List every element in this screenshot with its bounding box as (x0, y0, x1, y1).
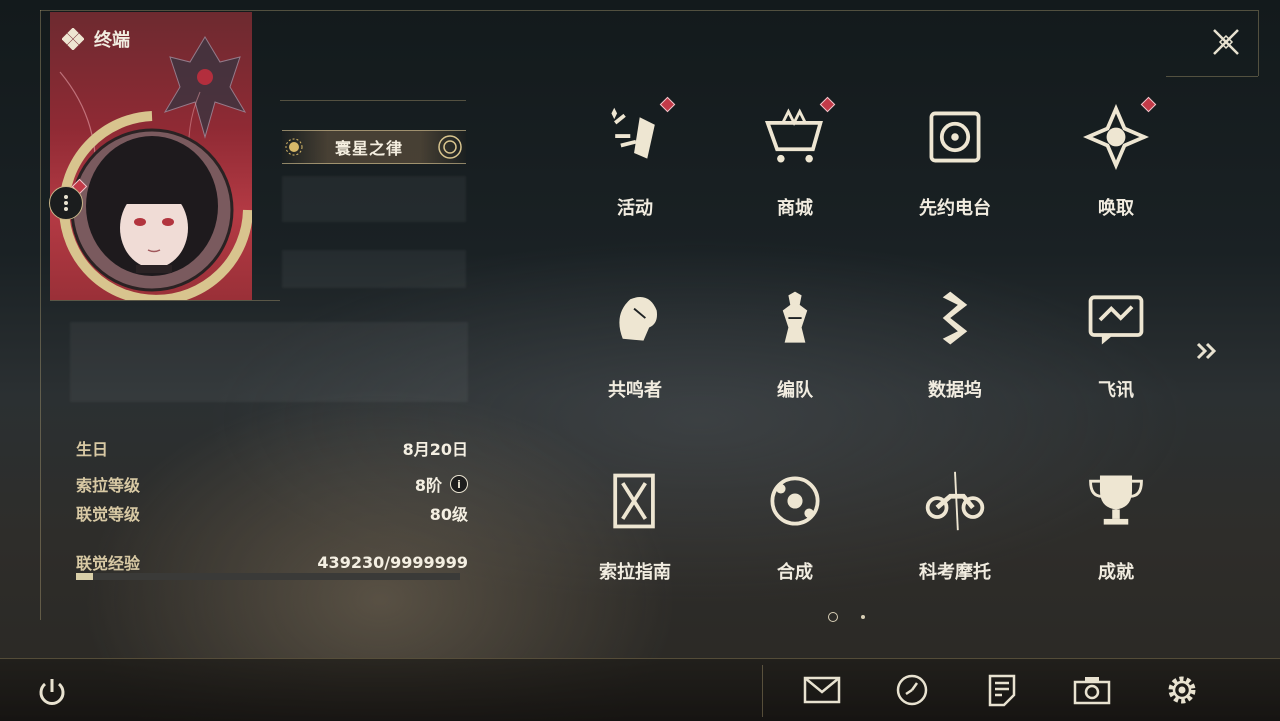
sola-level-row: 索拉等级 8阶 i (76, 472, 468, 496)
menu-item-shop-cart[interactable]: 商城 (735, 96, 855, 246)
events-icon (600, 102, 670, 172)
blurred-uid-area (282, 176, 466, 222)
settings-gear-icon (1168, 676, 1196, 704)
birthday-value: 8月20日 (402, 440, 468, 459)
menu-item-trophy[interactable]: 成就 (1056, 460, 1176, 610)
convene-icon (1081, 102, 1151, 172)
corner-line (1166, 76, 1258, 77)
data-bank-icon (920, 284, 990, 354)
menu-item-radio[interactable]: 先约电台 (895, 96, 1015, 246)
bottom-bar-divider (762, 665, 763, 717)
radio-icon (920, 102, 990, 172)
union-level-row: 联觉等级 80级 (76, 501, 468, 525)
sola-level-value: 8阶 (414, 476, 442, 495)
notes-button[interactable] (980, 668, 1024, 712)
mail-button[interactable] (800, 668, 844, 712)
portrait-underline (50, 300, 280, 301)
chat-message-icon (1081, 284, 1151, 354)
birthday-label: 生日 (76, 440, 109, 459)
menu-item-label: 先约电台 (919, 198, 991, 219)
exp-progress-bar (76, 573, 460, 580)
settings-button[interactable] (1160, 668, 1204, 712)
menu-item-label: 数据坞 (928, 380, 982, 401)
page-dot-active[interactable] (828, 612, 838, 622)
next-page-button[interactable] (1192, 336, 1222, 366)
team-chess-icon (760, 284, 830, 354)
page-title: 终端 (94, 30, 130, 51)
menu-item-label: 活动 (617, 198, 653, 219)
menu-item-team-chess[interactable]: 编队 (735, 278, 855, 428)
clock-button[interactable] (890, 668, 934, 712)
menu-item-events[interactable]: 活动 (575, 96, 695, 246)
profile-more-button[interactable] (49, 186, 83, 220)
menu-item-guide-book[interactable]: 索拉指南 (575, 460, 695, 610)
menu-item-label: 成就 (1098, 562, 1134, 583)
blurred-signature-area (70, 322, 468, 402)
menu-item-label: 索拉指南 (599, 562, 671, 583)
power-button[interactable] (30, 670, 74, 714)
guide-book-icon (600, 466, 670, 536)
menu-item-convene[interactable]: 唤取 (1056, 96, 1176, 246)
left-frame-line (40, 10, 41, 620)
terminal-diamond-icon (62, 28, 84, 50)
mail-icon (803, 676, 841, 704)
menu-item-chat-message[interactable]: 飞讯 (1056, 278, 1176, 428)
nameplate: 寰星之律 (282, 130, 466, 164)
resonator-icon (600, 284, 670, 354)
close-button[interactable] (1206, 22, 1246, 62)
shop-cart-icon (760, 102, 830, 172)
double-chevron-right-icon (1196, 342, 1217, 360)
menu-item-label: 商城 (777, 198, 813, 219)
clock-icon (896, 674, 928, 706)
menu-item-motorcycle[interactable]: 科考摩托 (895, 460, 1015, 610)
menu-item-label: 共鸣者 (608, 380, 662, 401)
birthday-row: 生日 8月20日 (76, 436, 468, 460)
camera-icon (1073, 677, 1111, 705)
nameplate-text: 寰星之律 (334, 139, 403, 158)
union-level-label: 联觉等级 (76, 505, 141, 524)
header: 终端 (62, 26, 130, 52)
menu-item-label: 编队 (777, 380, 813, 401)
menu-item-label: 科考摩托 (919, 562, 991, 583)
exp-row: 联觉经验 439230/9999999 (76, 550, 468, 574)
sola-level-label: 索拉等级 (76, 476, 141, 495)
union-level-value: 80级 (429, 505, 468, 524)
camera-button[interactable] (1070, 668, 1114, 712)
nameplate-orb-icon (438, 135, 462, 159)
more-dots-icon (64, 195, 68, 211)
menu-item-label: 唤取 (1098, 198, 1134, 219)
page-dot[interactable] (861, 615, 865, 619)
notes-icon (988, 674, 1016, 707)
power-icon (39, 679, 65, 705)
menu-item-resonator[interactable]: 共鸣者 (575, 278, 695, 428)
exp-label: 联觉经验 (76, 554, 141, 573)
corner-vertical-line (1258, 10, 1259, 76)
right-divider-line (280, 100, 466, 101)
trophy-icon (1081, 466, 1151, 536)
top-frame-line (40, 10, 1258, 11)
menu-item-label: 合成 (777, 562, 813, 583)
exp-progress-fill (76, 573, 93, 580)
close-icon (1213, 29, 1239, 55)
synthesis-icon (760, 466, 830, 536)
menu-item-synthesis[interactable]: 合成 (735, 460, 855, 610)
info-icon[interactable]: i (450, 475, 468, 493)
menu-item-data-bank[interactable]: 数据坞 (895, 278, 1015, 428)
menu-item-label: 飞讯 (1098, 380, 1134, 401)
motorcycle-icon (920, 466, 990, 536)
blurred-name-area (282, 250, 466, 288)
nameplate-sun-icon (285, 138, 303, 156)
exp-value: 439230/9999999 (317, 552, 468, 572)
